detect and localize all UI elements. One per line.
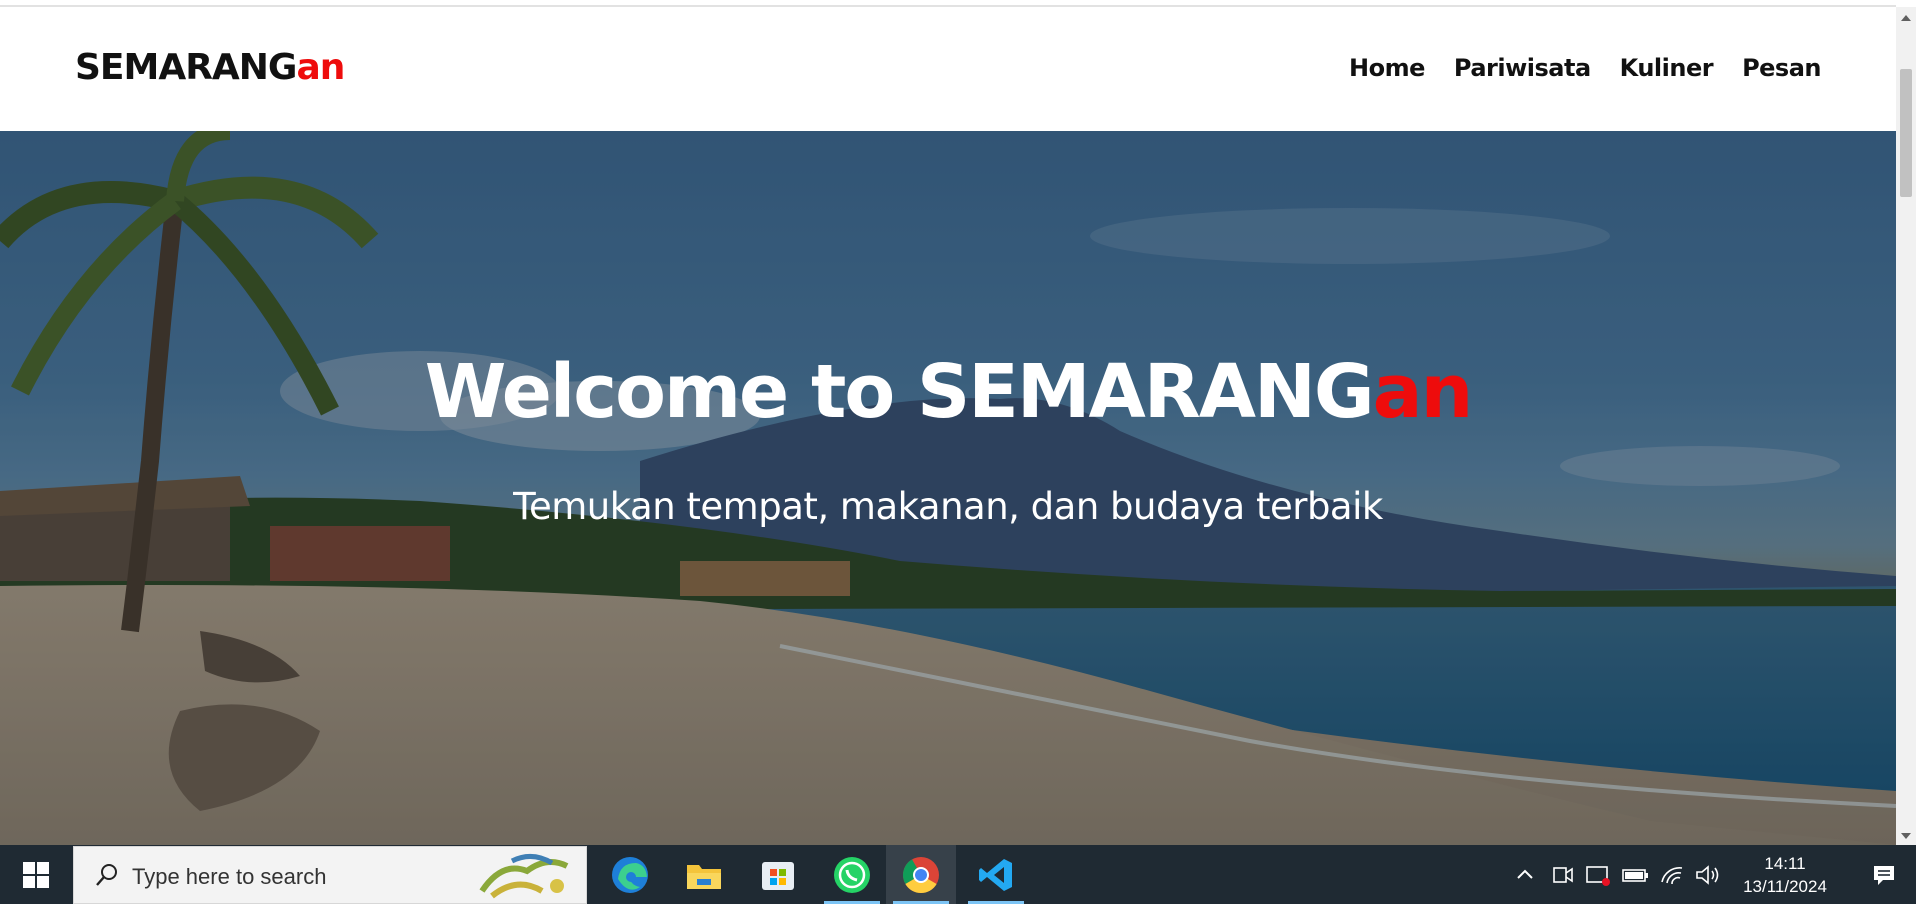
- taskbar-microsoft-store[interactable]: [743, 845, 813, 904]
- clock-date: 13/11/2024: [1743, 877, 1827, 896]
- meet-now-icon[interactable]: [1550, 862, 1576, 888]
- show-hidden-icons-chevron-icon[interactable]: [1512, 862, 1538, 888]
- windows-taskbar: Type here to search 14:11 13/11/2024: [0, 845, 1916, 904]
- clock-time: 14:11: [1764, 854, 1806, 873]
- scroll-down-arrow-icon[interactable]: [1901, 833, 1911, 839]
- volume-icon[interactable]: [1694, 862, 1722, 888]
- nav-menu: Home Pariwisata Kuliner Pesan: [1349, 54, 1821, 82]
- hero-title: Welcome to SEMARANGan: [0, 349, 1896, 435]
- system-tray: [1512, 845, 1722, 904]
- brand-logo[interactable]: SEMARANGan: [75, 47, 345, 88]
- start-button[interactable]: [0, 845, 72, 904]
- nav-link-pariwisata[interactable]: Pariwisata: [1454, 54, 1591, 82]
- screen-recording-icon[interactable]: [1584, 862, 1612, 888]
- taskbar-edge[interactable]: [595, 845, 665, 904]
- taskbar-vscode[interactable]: [961, 845, 1031, 904]
- nav-link-pesan[interactable]: Pesan: [1742, 54, 1821, 82]
- battery-icon[interactable]: [1620, 862, 1650, 888]
- taskbar-file-explorer[interactable]: [669, 845, 739, 904]
- whatsapp-icon: [834, 856, 870, 893]
- nav-link-kuliner[interactable]: Kuliner: [1620, 54, 1714, 82]
- notification-icon: [1874, 865, 1894, 885]
- hero-title-main: Welcome to SEMARANG: [424, 349, 1375, 435]
- chrome-icon: [902, 856, 939, 893]
- taskbar-search-box[interactable]: Type here to search: [73, 846, 587, 904]
- taskbar-chrome[interactable]: [886, 845, 956, 904]
- hero-subtitle: Temukan tempat, makanan, dan budaya terb…: [513, 485, 1383, 528]
- taskbar-whatsapp[interactable]: [817, 845, 887, 904]
- navbar: SEMARANGan Home Pariwisata Kuliner Pesan: [0, 7, 1896, 131]
- search-highlight-art-icon: [479, 854, 569, 899]
- scroll-up-arrow-icon[interactable]: [1901, 15, 1911, 21]
- taskbar-clock[interactable]: 14:11 13/11/2024: [1730, 852, 1840, 898]
- vscode-icon: [979, 858, 1012, 891]
- nav-link-home[interactable]: Home: [1349, 54, 1425, 82]
- edge-icon: [612, 856, 648, 893]
- brand-accent: an: [296, 47, 345, 88]
- search-icon: [96, 864, 117, 886]
- brand-main: SEMARANG: [75, 47, 297, 88]
- hero-section: Welcome to SEMARANGan Temukan tempat, ma…: [0, 131, 1896, 845]
- file-explorer-icon: [687, 864, 721, 889]
- search-placeholder: Type here to search: [132, 864, 327, 889]
- hero-title-accent: an: [1372, 349, 1474, 435]
- notification-center-button[interactable]: [1856, 845, 1912, 904]
- windows-logo-icon: [23, 861, 49, 888]
- wifi-icon[interactable]: [1658, 862, 1686, 888]
- page-scrollbar[interactable]: [1896, 7, 1916, 845]
- scrollbar-thumb[interactable]: [1900, 69, 1912, 197]
- browser-top-edge: [0, 0, 1896, 7]
- microsoft-store-icon: [762, 861, 794, 890]
